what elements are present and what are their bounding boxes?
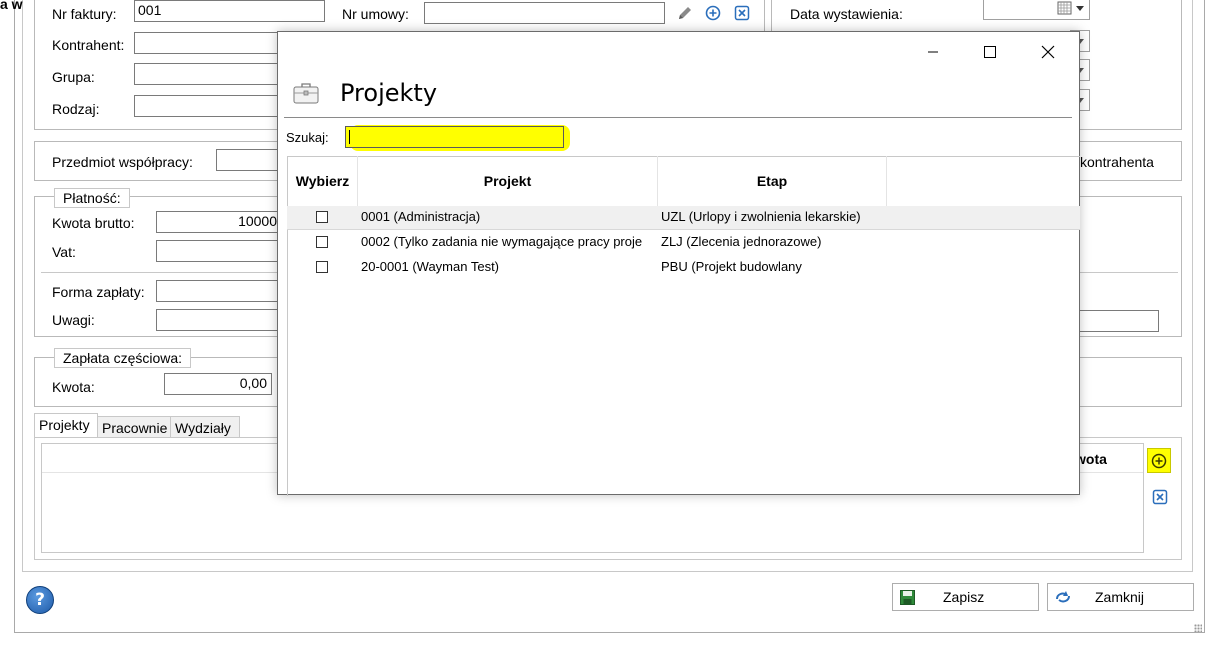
table-row[interactable]: 20-0001 (Wayman Test) PBU (Projekt budowl… — [287, 256, 1080, 280]
question-icon: ? — [35, 590, 45, 610]
remove-box-icon[interactable] — [733, 4, 751, 22]
row-checkbox[interactable] — [316, 261, 328, 273]
payment-form-label: Forma zapłaty: — [52, 284, 145, 300]
tab-wydzialy[interactable]: Wydziały — [170, 416, 240, 438]
search-input[interactable] — [345, 126, 564, 148]
close-button[interactable]: Zamknij — [1047, 583, 1194, 611]
maximize-button[interactable] — [967, 38, 1013, 66]
remove-row-button[interactable] — [1151, 488, 1169, 506]
calendar-icon — [1057, 1, 1073, 18]
subject-label: Przedmiot współpracy: — [52, 154, 193, 170]
group-label: Grupa: — [52, 69, 95, 85]
text-cursor — [349, 130, 350, 144]
vat-input[interactable] — [156, 240, 286, 262]
resize-grip-icon[interactable] — [1194, 624, 1202, 632]
amount-label: Kwota: — [52, 379, 95, 395]
minimize-icon — [928, 51, 938, 53]
remove-box-icon — [1152, 489, 1168, 505]
row-project: 20-0001 (Wayman Test) — [361, 259, 500, 274]
add-circle-icon[interactable] — [704, 4, 722, 22]
row-stage: UZL (Urlopy i zwolnienia lekarskie) — [661, 209, 861, 224]
table-row[interactable]: 0001 (Administracja) UZL (Urlopy i zwolni… — [287, 206, 1080, 230]
amount-input[interactable]: 0,00 — [164, 373, 272, 395]
tab-pracownie[interactable]: Pracownie — [97, 416, 171, 438]
projects-dialog: Projekty Szukaj: Wybierz Projekt Etap 00… — [277, 31, 1080, 496]
notes-right-input[interactable] — [1075, 310, 1159, 332]
contractor-input[interactable] — [134, 32, 284, 54]
column-header-etap[interactable]: Etap — [658, 156, 887, 206]
type-label: Rodzaj: — [52, 101, 100, 117]
close-button-label: Zamknij — [1095, 589, 1145, 605]
issue-date-picker[interactable] — [983, 0, 1090, 20]
notes-label: Uwagi: — [52, 312, 95, 328]
payment-form-input[interactable] — [156, 280, 286, 302]
row-checkbox[interactable] — [316, 236, 328, 248]
tab-projekty[interactable]: Projekty — [34, 413, 98, 437]
title-divider — [284, 117, 1072, 118]
row-project: 0002 (Tylko zadania nie wymagające pracy… — [361, 234, 643, 249]
column-header-wybierz[interactable]: Wybierz — [288, 156, 358, 206]
maximize-icon — [984, 46, 996, 58]
group-input[interactable] — [134, 63, 284, 85]
issue-date-label: Data wystawienia: — [790, 6, 903, 22]
contract-no-label: Nr umowy: — [342, 6, 409, 22]
column-header-projekt[interactable]: Projekt — [358, 156, 658, 206]
row-checkbox[interactable] — [316, 211, 328, 223]
contract-no-input[interactable] — [424, 2, 665, 24]
dialog-title: Projekty — [340, 79, 438, 107]
row-stage: PBU (Projekt budowlany — [661, 259, 802, 274]
briefcase-icon — [293, 82, 319, 107]
partial-payment-legend: Zapłata częściowa: — [54, 348, 192, 368]
chevron-down-icon — [1076, 6, 1084, 11]
contractor-right-label: kontrahenta — [1080, 154, 1154, 170]
search-label: Szukaj: — [286, 130, 329, 145]
add-row-button[interactable] — [1147, 448, 1171, 473]
row-project: 0001 (Administracja) — [361, 209, 481, 224]
subject-input[interactable] — [216, 149, 286, 171]
add-circle-icon — [1151, 453, 1167, 468]
type-input[interactable] — [134, 95, 284, 117]
close-icon — [1041, 45, 1055, 59]
close-window-button[interactable] — [1025, 38, 1071, 66]
contractor-label: Kontrahent: — [52, 37, 125, 53]
minimize-button[interactable] — [910, 38, 956, 66]
gross-amount-input[interactable]: 10000 — [156, 211, 286, 233]
floppy-disk-icon — [900, 590, 915, 605]
payment-legend: Płatność: — [54, 188, 130, 208]
pencil-icon[interactable] — [676, 4, 694, 22]
table-row[interactable]: 0002 (Tylko zadania nie wymagające pracy… — [287, 231, 1080, 255]
help-button[interactable]: ? — [26, 586, 54, 614]
row-stage: ZLJ (Zlecenia jednorazowe) — [661, 234, 822, 249]
invoice-no-input[interactable]: 001 — [134, 0, 325, 22]
vat-label: Vat: — [52, 244, 76, 260]
save-button-label: Zapisz — [943, 589, 985, 605]
corner-label: a w — [0, 0, 23, 12]
save-button[interactable]: Zapisz — [892, 583, 1039, 611]
close-arrow-icon — [1056, 591, 1070, 603]
gross-amount-label: Kwota brutto: — [52, 215, 135, 231]
notes-input[interactable] — [156, 309, 286, 331]
invoice-no-label: Nr faktury: — [52, 6, 117, 22]
